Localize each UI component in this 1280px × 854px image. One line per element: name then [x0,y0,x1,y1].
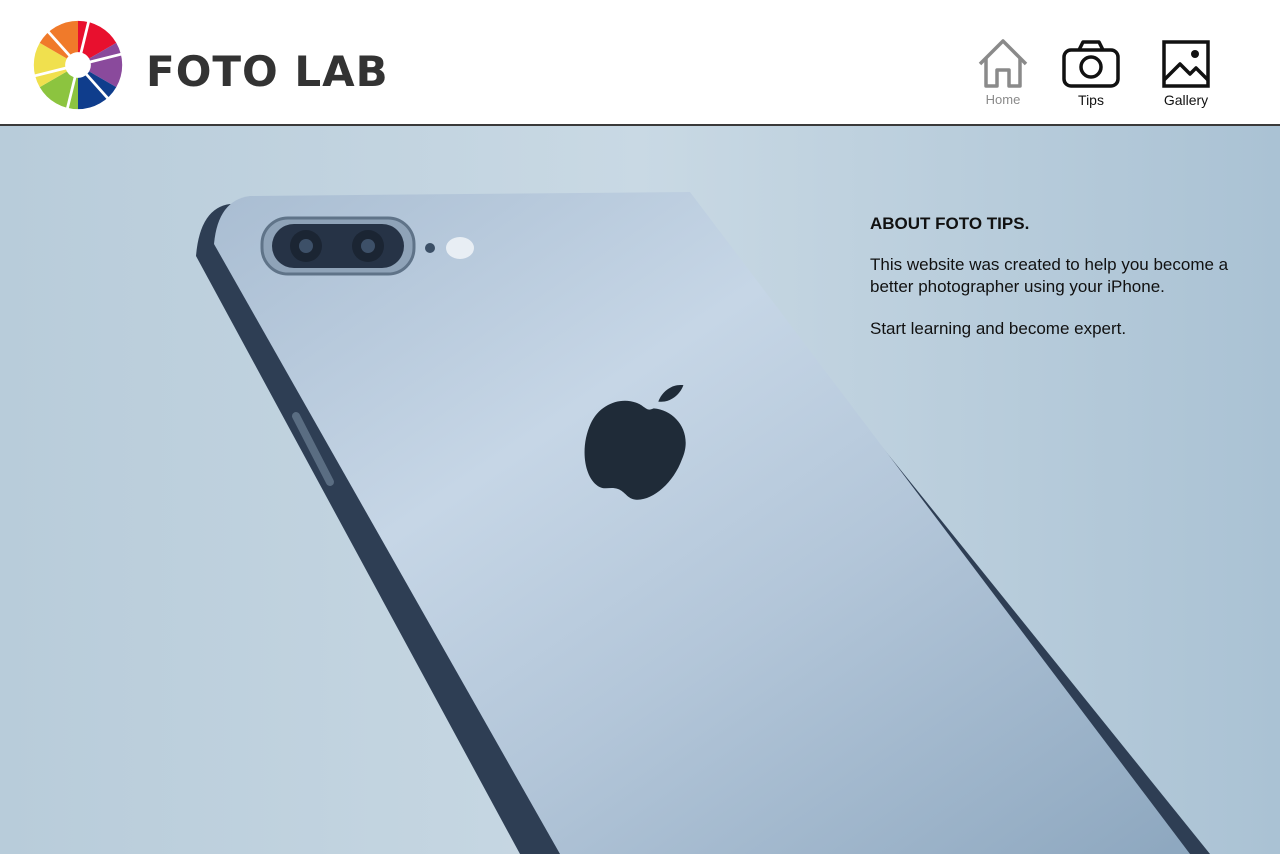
camera-icon [1062,40,1120,88]
image-icon [1162,40,1210,88]
about-panel: ABOUT FOTO TIPS. This website was create… [870,214,1270,360]
nav-gallery[interactable]: Gallery [1160,38,1212,108]
about-paragraph-1: This website was created to help you bec… [870,255,1229,296]
nav-home[interactable]: Home [976,38,1030,108]
about-paragraph-2: Start learning and become expert. [870,319,1127,338]
aperture-logo-icon[interactable] [32,19,124,111]
brand-name[interactable]: FOTO LAB [146,46,389,98]
site-header: FOTO LAB Home Tips Gallery [0,0,1280,126]
nav-tips-label: Tips [1078,92,1104,108]
nav-gallery-label: Gallery [1163,92,1209,108]
hero-section: ABOUT FOTO TIPS. This website was create… [0,126,1280,854]
home-icon [978,39,1028,88]
nav-tips[interactable]: Tips [1061,38,1121,108]
about-title: ABOUT FOTO TIPS. [870,214,1030,233]
nav-home-label: Home [985,92,1021,107]
